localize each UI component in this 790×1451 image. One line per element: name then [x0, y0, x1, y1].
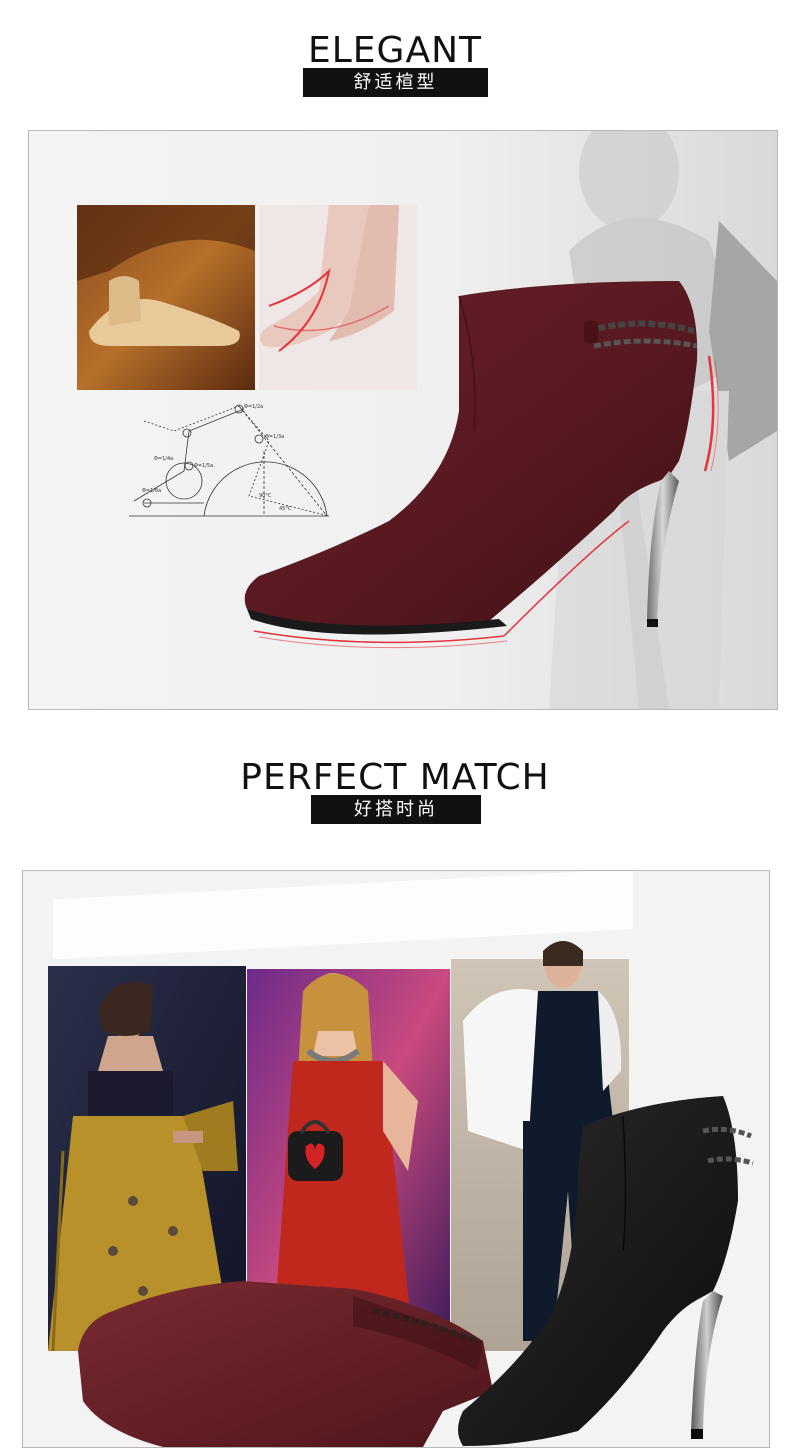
diagram-label: Φ=1/6a — [142, 488, 161, 494]
shoe-last-photo — [77, 205, 255, 390]
match-panel — [22, 870, 770, 1448]
section-title: PERFECT MATCH — [240, 757, 550, 798]
diagram-label: 90°C — [259, 493, 272, 499]
section-subtitle: 舒适楦型 — [303, 68, 488, 97]
elegant-panel: Φ=1/2a Φ=1/3a Φ=1/4a Φ=1/5a Φ=1/6a 90°C … — [28, 130, 778, 710]
section-title: ELEGANT — [308, 30, 482, 71]
section-subtitle: 好搭时尚 — [311, 795, 481, 824]
diagram-label: Φ=1/3a — [265, 434, 284, 440]
diagram-label: Φ=1/2a — [244, 404, 263, 410]
elegant-scene: Φ=1/2a Φ=1/3a Φ=1/4a Φ=1/5a Φ=1/6a 90°C … — [29, 131, 777, 709]
diagram-label: 45°C — [279, 506, 292, 512]
match-scene — [23, 871, 769, 1447]
diagram-label: Φ=1/5a — [194, 463, 213, 469]
diagram-label: Φ=1/4a — [154, 456, 173, 462]
foot-arch-photo — [259, 205, 417, 390]
